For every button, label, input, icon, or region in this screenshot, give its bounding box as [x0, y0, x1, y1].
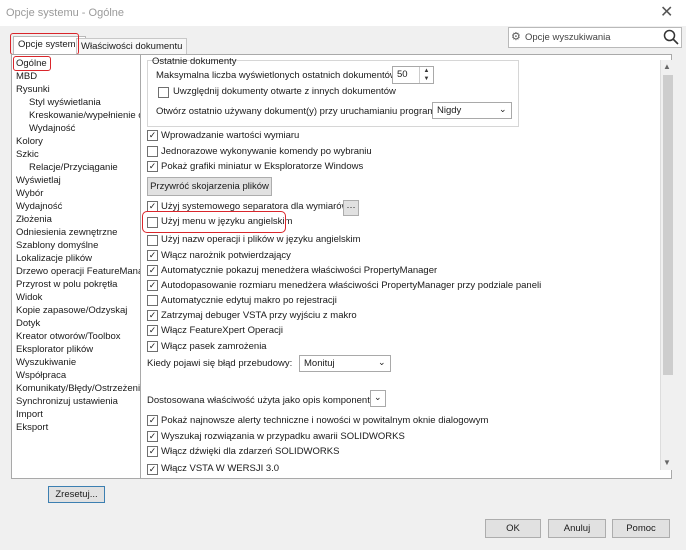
include-other-docs-label: Uwzględnij dokumenty otwarte z innych do…: [173, 86, 396, 97]
auto-edit-macro-checkbox[interactable]: [147, 295, 158, 306]
restore-associations-button[interactable]: Przywróć skojarzenia plików: [147, 177, 272, 196]
sidebar-item-selection[interactable]: Wybór: [16, 187, 43, 200]
sidebar-item-messages[interactable]: Komunikaty/Błędy/Ostrzeżenia: [16, 382, 141, 395]
title-bar: Opcje systemu - Ogólne ✕: [0, 0, 686, 26]
sidebar-item-file-explorer[interactable]: Eksplorator plików: [16, 343, 93, 356]
sidebar-item-sketch[interactable]: Szkic: [16, 148, 39, 161]
sidebar-item-mbd[interactable]: MBD: [16, 70, 37, 83]
sidebar-item-featuremanager[interactable]: Drzewo operacji FeatureManage: [16, 265, 141, 278]
sidebar-item-default-templates[interactable]: Szablony domyślne: [16, 239, 98, 252]
sidebar-item-search[interactable]: Wyszukiwanie: [16, 356, 76, 369]
sidebar-tree: Ogólne MBD Rysunki Styl wyświetlania Kre…: [11, 54, 142, 479]
vsta3-checkbox[interactable]: ✓: [147, 464, 158, 475]
tab-highlight: [10, 33, 79, 55]
sidebar-item-view[interactable]: Widok: [16, 291, 42, 304]
sidebar-item-colors[interactable]: Kolory: [16, 135, 43, 148]
sidebar-item-assemblies[interactable]: Złożenia: [16, 213, 52, 226]
auto-size-pm-label: Autodopasowanie rozmiaru menedżera właśc…: [161, 280, 542, 291]
thumbnails-label: Pokaż grafiki miniatur w Eksploratorze W…: [161, 161, 364, 172]
vsta3-label: Włącz VSTA W WERSJI 3.0: [161, 463, 280, 474]
sidebar-item-hole-wizard[interactable]: Kreator otworów/Toolbox: [16, 330, 121, 343]
window-title: Opcje systemu - Ogólne: [6, 7, 124, 19]
sidebar-item-performance[interactable]: Wydajność: [16, 200, 62, 213]
confirmation-corner-label: Włącz narożnik potwierdzający: [161, 250, 291, 261]
sidebar-item-export[interactable]: Eksport: [16, 421, 48, 434]
close-icon[interactable]: ✕: [660, 2, 673, 22]
scroll-thumb[interactable]: [663, 75, 673, 375]
thumbnails-checkbox[interactable]: ✓: [147, 161, 158, 172]
freeze-bar-label: Włącz pasek zamrożenia: [161, 341, 267, 352]
rebuild-error-select[interactable]: Monituj ⌄: [299, 355, 391, 372]
dimension-input-checkbox[interactable]: ✓: [147, 130, 158, 141]
search-solutions-checkbox[interactable]: ✓: [147, 431, 158, 442]
open-on-start-label: Otwórz ostatnio używany dokument(y) przy…: [156, 106, 444, 117]
search-solutions-label: Wyszukaj rozwiązania w przypadku awarii …: [161, 431, 405, 442]
featurexpert-checkbox[interactable]: ✓: [147, 325, 158, 336]
tab-document-properties[interactable]: Właściwości dokumentu: [76, 38, 188, 55]
sidebar-item-backup[interactable]: Kopie zapasowe/Odzyskaj: [16, 304, 127, 317]
search-icon[interactable]: [663, 29, 679, 45]
gear-icon: ⚙: [511, 31, 521, 43]
sidebar-item-file-locations[interactable]: Lokalizacje plików: [16, 252, 92, 265]
sidebar-item-spin-box[interactable]: Przyrost w polu pokrętła: [16, 278, 117, 291]
english-menu-highlight: [142, 211, 286, 233]
scroll-down-icon[interactable]: ▼: [663, 458, 671, 467]
recent-group-title: Ostatnie dokumenty: [152, 56, 237, 67]
confirmation-corner-checkbox[interactable]: ✓: [147, 250, 158, 261]
stop-vsta-label: Zatrzymaj debuger VSTA przy wyjściu z ma…: [161, 310, 357, 321]
show-alerts-label: Pokaż najnowsze alerty techniczne i nowo…: [161, 415, 489, 426]
auto-show-pm-checkbox[interactable]: ✓: [147, 265, 158, 276]
single-command-checkbox[interactable]: [147, 146, 158, 157]
sidebar-item-drawings[interactable]: Rysunki: [16, 83, 50, 96]
general-highlight: [13, 56, 51, 71]
sidebar-item-import[interactable]: Import: [16, 408, 43, 421]
spinner-arrows-icon[interactable]: ▲ ▼: [419, 67, 433, 83]
max-recent-spinner[interactable]: 50 ▲ ▼: [392, 66, 434, 84]
separator-options-button[interactable]: …: [343, 200, 359, 216]
sidebar-item-touch[interactable]: Dotyk: [16, 317, 40, 330]
sidebar-item-relations[interactable]: Relacje/Przyciąganie: [29, 161, 118, 174]
sidebar-item-sync-settings[interactable]: Synchronizuj ustawienia: [16, 395, 118, 408]
english-names-label: Użyj nazw operacji i plików w języku ang…: [161, 234, 361, 245]
featurexpert-label: Włącz FeatureXpert Operacji: [161, 325, 283, 336]
sidebar-item-display[interactable]: Wyświetlaj: [16, 174, 61, 187]
sounds-checkbox[interactable]: ✓: [147, 446, 158, 457]
rebuild-error-label: Kiedy pojawi się błąd przebudowy:: [147, 358, 293, 369]
rebuild-error-value: Monituj: [304, 358, 335, 369]
english-names-checkbox[interactable]: [147, 235, 158, 246]
sidebar-item-drawing-performance[interactable]: Wydajność: [29, 122, 75, 135]
single-command-label: Jednorazowe wykonywanie komendy po wybra…: [161, 146, 372, 157]
help-button[interactable]: Pomoc: [612, 519, 670, 538]
custom-property-label: Dostosowana właściwość użyta jako opis k…: [147, 395, 378, 406]
freeze-bar-checkbox[interactable]: ✓: [147, 341, 158, 352]
custom-property-select[interactable]: ⌄: [370, 390, 386, 407]
cancel-button[interactable]: Anuluj: [548, 519, 606, 538]
max-recent-label: Maksymalna liczba wyświetlonych ostatnic…: [156, 70, 400, 81]
include-other-docs-checkbox[interactable]: [158, 87, 169, 98]
search-input[interactable]: Opcje wyszukiwania: [525, 32, 611, 43]
ok-button[interactable]: OK: [485, 519, 541, 538]
sidebar-item-hatch[interactable]: Kreskowanie/wypełnienie obs: [29, 109, 141, 122]
chevron-down-icon: ⌄: [499, 104, 507, 114]
open-on-start-value: Nigdy: [437, 105, 462, 116]
chevron-down-icon: ⌄: [378, 357, 386, 367]
auto-size-pm-checkbox[interactable]: ✓: [147, 280, 158, 291]
sounds-label: Włącz dźwięki dla zdarzeń SOLIDWORKS: [161, 446, 340, 457]
sidebar-item-collaboration[interactable]: Współpraca: [16, 369, 66, 382]
scroll-up-icon[interactable]: ▲: [663, 62, 671, 71]
auto-edit-macro-label: Automatycznie edytuj makro po rejestracj…: [161, 295, 337, 306]
sidebar-item-display-style[interactable]: Styl wyświetlania: [29, 96, 101, 109]
reset-button[interactable]: Zresetuj...: [48, 486, 105, 503]
stop-vsta-checkbox[interactable]: ✓: [147, 310, 158, 321]
max-recent-value[interactable]: 50: [397, 69, 408, 80]
show-alerts-checkbox[interactable]: ✓: [147, 415, 158, 426]
auto-show-pm-label: Automatycznie pokazuj menedżera właściwo…: [161, 265, 438, 276]
dimension-input-label: Wprowadzanie wartości wymiaru: [161, 130, 300, 141]
open-on-start-select[interactable]: Nigdy ⌄: [432, 102, 512, 119]
chevron-down-icon: ⌄: [374, 392, 382, 402]
sidebar-item-external-references[interactable]: Odniesienia zewnętrzne: [16, 226, 117, 239]
search-box[interactable]: ⚙ Opcje wyszukiwania: [508, 27, 682, 48]
scrollbar[interactable]: ▲ ▼: [660, 60, 675, 470]
